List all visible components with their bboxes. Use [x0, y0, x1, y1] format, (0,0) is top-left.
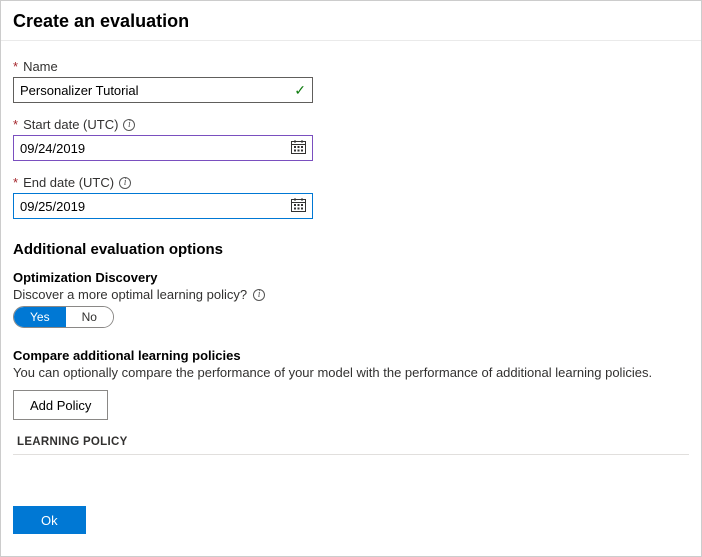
field-name: * Name ✓ [13, 59, 689, 103]
add-policy-button[interactable]: Add Policy [13, 390, 108, 420]
learning-policy-column-header: LEARNING POLICY [13, 436, 689, 455]
field-start-date: * Start date (UTC) i [13, 117, 689, 161]
end-date-label: End date (UTC) [23, 175, 114, 190]
opt-discovery-desc: Discover a more optimal learning policy? [13, 287, 247, 302]
name-label-row: * Name [13, 59, 689, 74]
panel-content: * Name ✓ * Start date (UTC) i [1, 41, 701, 465]
calendar-icon[interactable] [291, 140, 306, 157]
compare-desc: You can optionally compare the performan… [13, 365, 689, 380]
name-input-wrapper[interactable]: ✓ [13, 77, 313, 103]
end-date-input[interactable] [20, 194, 291, 218]
ok-button[interactable]: Ok [13, 506, 86, 534]
checkmark-icon: ✓ [294, 82, 306, 99]
page-title: Create an evaluation [13, 11, 689, 32]
create-evaluation-panel: Create an evaluation * Name ✓ * Start da… [0, 0, 702, 557]
name-input[interactable] [20, 78, 294, 102]
calendar-icon[interactable] [291, 198, 306, 215]
additional-options-title: Additional evaluation options [13, 241, 689, 258]
info-icon[interactable]: i [253, 289, 265, 301]
info-icon[interactable]: i [119, 177, 131, 189]
required-asterisk: * [13, 175, 18, 190]
compare-title: Compare additional learning policies [13, 348, 689, 363]
opt-discovery-desc-row: Discover a more optimal learning policy?… [13, 287, 689, 302]
start-date-label-row: * Start date (UTC) i [13, 117, 689, 132]
field-end-date: * End date (UTC) i [13, 175, 689, 219]
name-label: Name [23, 59, 58, 74]
opt-discovery-toggle[interactable]: Yes No [13, 306, 114, 328]
end-date-input-wrapper[interactable] [13, 193, 313, 219]
panel-header: Create an evaluation [1, 1, 701, 41]
start-date-input-wrapper[interactable] [13, 135, 313, 161]
compare-policies-block: Compare additional learning policies You… [13, 348, 689, 455]
start-date-input[interactable] [20, 136, 291, 160]
end-date-label-row: * End date (UTC) i [13, 175, 689, 190]
start-date-label: Start date (UTC) [23, 117, 118, 132]
info-icon[interactable]: i [123, 119, 135, 131]
optimization-discovery-block: Optimization Discovery Discover a more o… [13, 270, 689, 328]
toggle-yes[interactable]: Yes [14, 307, 66, 327]
toggle-no[interactable]: No [66, 307, 113, 327]
opt-discovery-title: Optimization Discovery [13, 270, 689, 285]
required-asterisk: * [13, 59, 18, 74]
required-asterisk: * [13, 117, 18, 132]
